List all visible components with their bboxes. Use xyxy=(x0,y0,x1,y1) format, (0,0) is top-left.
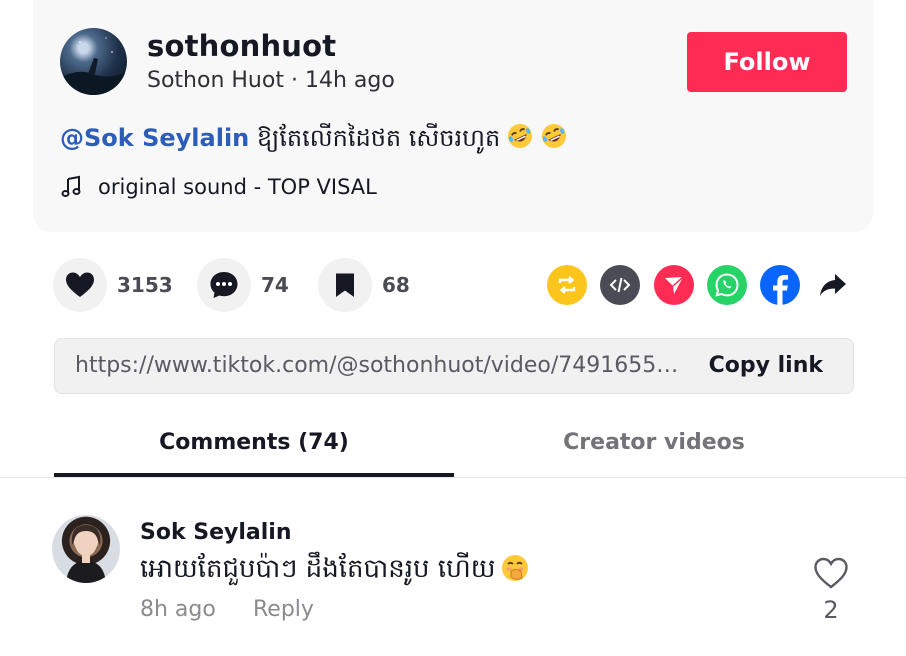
heart-icon xyxy=(66,272,94,297)
comment-like-count: 2 xyxy=(823,596,839,624)
send-to-friends-button[interactable] xyxy=(654,265,694,305)
comment-time: 8h ago xyxy=(140,597,216,622)
embed-code-icon xyxy=(609,277,631,293)
tabs-divider xyxy=(0,477,906,478)
whatsapp-share-button[interactable] xyxy=(707,265,747,305)
bookmark-icon xyxy=(336,273,354,297)
follow-button[interactable]: Follow xyxy=(687,32,847,92)
like-count: 3153 xyxy=(117,273,173,297)
comment-bubble-icon xyxy=(210,272,238,298)
author-username[interactable]: sothonhuot xyxy=(147,28,336,64)
tab-creator-videos[interactable]: Creator videos xyxy=(454,426,854,460)
share-arrow-icon xyxy=(820,274,846,296)
comment-count: 74 xyxy=(261,273,289,297)
comment-button[interactable] xyxy=(197,258,251,312)
tab-comments[interactable]: Comments (74) xyxy=(54,426,454,460)
paper-plane-icon xyxy=(665,276,684,294)
reply-button[interactable]: Reply xyxy=(253,595,314,625)
repost-button[interactable] xyxy=(547,265,587,305)
copy-link-button[interactable]: Copy link xyxy=(709,351,823,381)
post-time: 14h ago xyxy=(304,68,395,93)
hand-over-mouth-emoji-icon xyxy=(501,555,528,581)
commenter-avatar[interactable] xyxy=(52,515,120,583)
save-button[interactable] xyxy=(318,258,372,312)
like-button[interactable] xyxy=(53,258,107,312)
facebook-icon xyxy=(773,275,788,305)
embed-button[interactable] xyxy=(600,265,640,305)
music-note-icon xyxy=(61,175,81,197)
save-count: 68 xyxy=(382,273,410,297)
post-caption: @Sok Seylalin ឱ្យតែលើកដៃថត សើចរហូត xyxy=(60,120,568,156)
music-sound-row[interactable]: original sound - TOP VISAL xyxy=(60,172,377,202)
author-avatar[interactable] xyxy=(60,28,127,95)
comment-text: អោយតែជួបប៉ាៗ ដឹងតែបានរូប ហើយ xyxy=(140,554,496,584)
video-link-url[interactable]: https://www.tiktok.com/@sothonhuot/video… xyxy=(75,351,680,381)
rolling-laughing-emoji-icon xyxy=(542,124,567,148)
comment-author[interactable]: Sok Seylalin xyxy=(140,518,292,548)
comment-text-row: អោយតែជួបប៉ាៗ ដឹងតែបានរូប ហើយ xyxy=(140,550,530,588)
comment-like-heart-icon[interactable] xyxy=(813,556,849,590)
whatsapp-icon xyxy=(715,273,739,297)
video-link-box: https://www.tiktok.com/@sothonhuot/video… xyxy=(54,338,854,394)
author-subline: Sothon Huot · 14h ago xyxy=(147,66,395,96)
more-share-button[interactable] xyxy=(813,265,853,305)
subline-separator: · xyxy=(283,68,305,93)
save-stat: 68 xyxy=(318,257,410,313)
facebook-share-button[interactable] xyxy=(760,265,800,305)
comment-stat: 74 xyxy=(197,257,289,313)
like-stat: 3153 xyxy=(53,257,173,313)
author-display-name[interactable]: Sothon Huot xyxy=(147,68,284,93)
sound-label: original sound - TOP VISAL xyxy=(98,175,377,199)
caption-text: ឱ្យតែលើកដៃថត សើចរហូត xyxy=(256,124,501,152)
caption-mention[interactable]: @Sok Seylalin xyxy=(60,124,249,152)
rolling-laughing-emoji-icon xyxy=(508,124,533,148)
repost-icon xyxy=(558,276,576,294)
